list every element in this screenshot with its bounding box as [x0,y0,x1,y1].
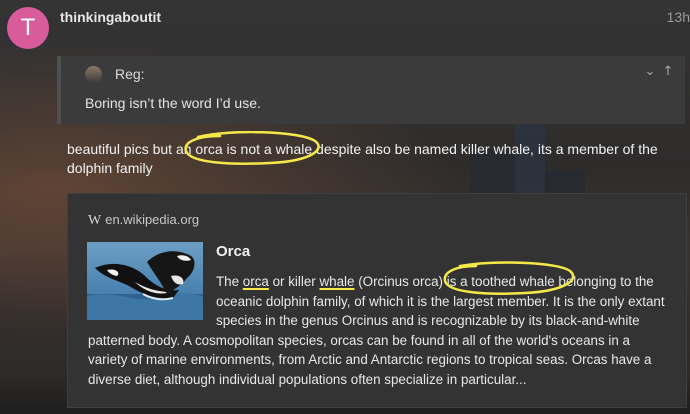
link-preview-card[interactable]: Wen.wikipedia.org Orca The orca or kille… [67,193,687,408]
avatar[interactable]: T [7,7,49,49]
quote-text: Boring isn’t the word I’d use. [85,95,261,111]
excerpt-text: (Orcinus orca) [354,274,447,289]
arrow-up-icon[interactable]: ↑ [661,64,675,79]
excerpt-link-whale[interactable]: whale [319,274,354,289]
excerpt-highlight: is a toothed whale [446,274,555,289]
post-body-part: beautiful pics but an [67,141,196,157]
chevron-down-icon[interactable]: ⌄ [643,64,657,79]
excerpt-text: or killer [268,274,320,289]
post-username[interactable]: thinkingaboutit [60,9,161,25]
quote-author[interactable]: Reg: [115,66,145,82]
post-body-highlight: orca is not a whale [195,141,313,157]
wikipedia-logo-icon: W [88,213,102,228]
excerpt-text: The [216,274,243,289]
preview-excerpt: The orca or killer whale (Orcinus orca) … [88,272,673,389]
preview-source-domain[interactable]: en.wikipedia.org [105,212,199,227]
post-body: beautiful pics but an orca is not a whal… [67,140,667,178]
excerpt-link-orca[interactable]: orca [243,274,269,289]
post-age[interactable]: 13h [667,9,690,25]
quote-avatar[interactable] [85,66,102,83]
preview-title[interactable]: Orca [216,243,250,260]
excerpt-image-gap [88,272,216,322]
quote-block: Reg: ⌄ ↑ Boring isn’t the word I’d use. [57,56,685,124]
forum-post: T thinkingaboutit 13h Reg: ⌄ ↑ Boring is… [0,0,690,414]
preview-source[interactable]: Wen.wikipedia.org [88,212,199,229]
quote-controls: ⌄ ↑ [643,64,675,79]
